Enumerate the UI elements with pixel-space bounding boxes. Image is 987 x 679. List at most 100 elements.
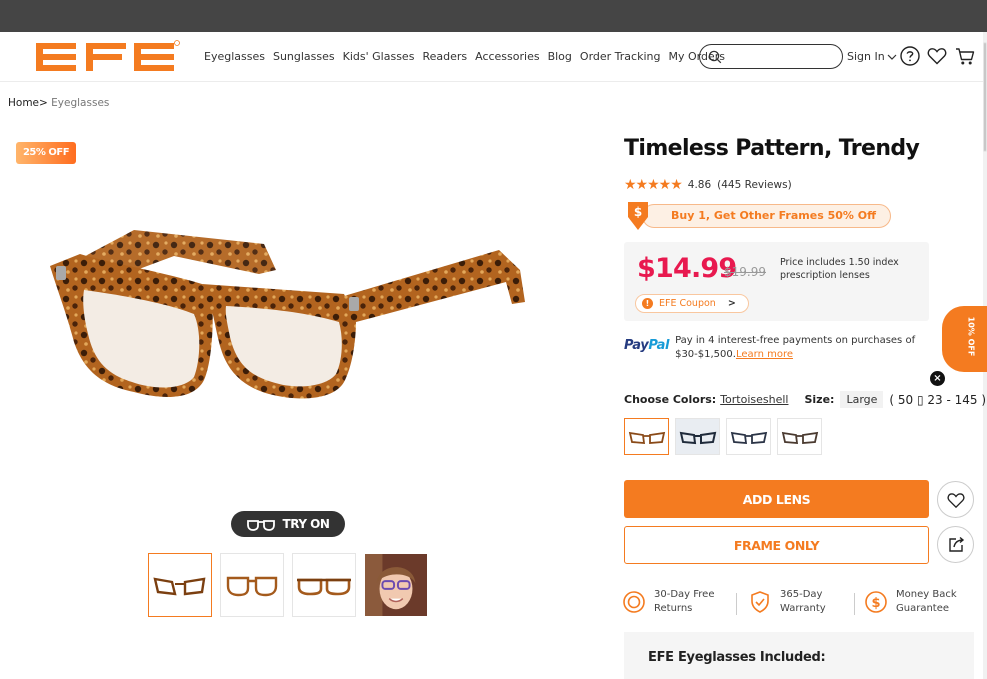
frame-only-button[interactable]: FRAME ONLY <box>624 526 929 564</box>
return-icon <box>623 591 645 613</box>
promo-text: Buy 1, Get Other Frames 50% Off <box>642 204 891 228</box>
perk-warranty: 365-Day Warranty <box>748 588 826 616</box>
gallery-thumb-front[interactable] <box>148 553 212 617</box>
color-swatch-brown[interactable] <box>777 418 822 455</box>
nav-order-tracking[interactable]: Order Tracking <box>580 50 661 63</box>
chevron-down-icon <box>887 54 897 60</box>
perk-divider <box>736 593 737 615</box>
svg-text:$: $ <box>634 205 642 219</box>
paypal-logo-pal: Pal <box>648 338 670 353</box>
size-dimensions: ( 50 ▯ 23 - 145 ) <box>889 392 987 407</box>
perk-warranty-line2: Warranty <box>780 603 826 614</box>
efe-logo[interactable] <box>34 40 180 74</box>
discount-side-tab[interactable]: 10% OFF <box>942 306 987 372</box>
perk-returns: 30-Day Free Returns <box>622 588 714 616</box>
learn-more-link[interactable]: Learn more <box>736 349 793 360</box>
breadcrumb-home[interactable]: Home <box>8 97 39 109</box>
nav-sunglasses[interactable]: Sunglasses <box>273 50 335 63</box>
sign-in-menu[interactable]: Sign In <box>847 50 897 63</box>
current-price: $14.99 <box>637 253 737 284</box>
coupon-label: EFE Coupon <box>659 298 716 309</box>
perk-warranty-line1: 365-Day <box>780 589 823 600</box>
options-row: Choose Colors: Tortoiseshell Size: Large… <box>624 391 987 408</box>
discount-badge: 25% OFF <box>16 142 76 164</box>
glasses-swatch-image <box>730 431 767 444</box>
perk-money-line1: Money Back <box>896 589 957 600</box>
breadcrumb: Home> Eyeglasses <box>8 97 109 109</box>
price-box: $14.99 $19.99 Price includes 1.50 index … <box>624 242 929 321</box>
site-header: Eyeglasses Sunglasses Kids' Glasses Read… <box>0 32 983 82</box>
share-icon <box>948 536 964 552</box>
review-count[interactable]: (445 Reviews) <box>717 179 792 191</box>
paypal-logo-pay: Pay <box>624 338 649 353</box>
glasses-swatch-image <box>781 431 818 444</box>
product-rating[interactable]: ★★★★★ 4.86 (445 Reviews) <box>624 177 792 193</box>
gallery-thumb-model[interactable] <box>364 553 428 617</box>
paypal-text: Pay in 4 interest-free payments on purch… <box>675 334 920 362</box>
search-box <box>699 44 843 69</box>
glasses-thumb-image <box>226 576 278 597</box>
breadcrumb-separator: > <box>39 97 48 109</box>
try-on-button[interactable]: TRY ON <box>231 511 345 537</box>
product-title: Timeless Pattern, Trendy <box>624 136 920 161</box>
included-title: EFE Eyeglasses Included: <box>648 650 826 665</box>
color-swatch-tortoiseshell[interactable] <box>624 418 669 455</box>
breadcrumb-current[interactable]: Eyeglasses <box>51 97 109 109</box>
shield-check-icon <box>751 591 769 613</box>
wishlist-button[interactable] <box>937 481 974 518</box>
glasses-thumb-image <box>153 577 206 596</box>
size-label: Size: <box>804 393 835 406</box>
gallery-thumb-top[interactable] <box>292 553 356 617</box>
close-icon[interactable]: × <box>930 371 945 386</box>
heart-icon <box>947 492 964 508</box>
nav-blog[interactable]: Blog <box>548 50 572 63</box>
paypal-message: Pay in 4 interest-free payments on purch… <box>675 335 916 360</box>
rating-value: 4.86 <box>687 179 712 191</box>
dollar-tag-icon: $ <box>628 202 648 230</box>
glasses-thumb-image <box>297 578 351 596</box>
chevron-right-icon: > <box>727 298 736 309</box>
browser-top-bar <box>0 0 987 32</box>
rating-stars: ★★★★★ <box>624 177 683 193</box>
search-input[interactable] <box>726 47 836 66</box>
product-main-image[interactable] <box>44 222 530 418</box>
perk-money-line2: Guarantee <box>896 603 950 614</box>
help-icon[interactable] <box>899 45 921 67</box>
try-on-label: TRY ON <box>282 517 330 531</box>
coupon-icon: ! <box>642 298 653 309</box>
gallery-thumb-side[interactable] <box>220 553 284 617</box>
price-note: Price includes 1.50 index prescription l… <box>780 257 899 281</box>
add-lens-button[interactable]: ADD LENS <box>624 480 929 518</box>
coupon-button[interactable]: ! EFE Coupon > <box>635 294 749 313</box>
nav-accessories[interactable]: Accessories <box>475 50 539 63</box>
nav-eyeglasses[interactable]: Eyeglasses <box>204 50 265 63</box>
glasses-swatch-image <box>628 431 665 444</box>
side-tab-label: 10% OFF <box>966 316 976 357</box>
promo-banner[interactable]: $ Buy 1, Get Other Frames 50% Off <box>624 201 891 231</box>
perks-row: 30-Day Free Returns 365-Day Warranty $ Mon… <box>622 588 974 620</box>
sign-in-label: Sign In <box>847 50 885 63</box>
search-icon[interactable] <box>708 50 722 64</box>
paypal-logo: PayPal <box>624 338 669 353</box>
color-swatch-black[interactable] <box>675 418 720 455</box>
nav-kids-glasses[interactable]: Kids' Glasses <box>343 50 415 63</box>
model-photo <box>365 554 427 616</box>
size-value[interactable]: Large <box>840 391 884 408</box>
main-nav: Eyeglasses Sunglasses Kids' Glasses Read… <box>204 50 725 63</box>
selected-color: Tortoiseshell <box>720 393 789 406</box>
original-price: $19.99 <box>724 265 766 279</box>
wishlist-heart-icon[interactable] <box>926 45 948 67</box>
svg-text:$: $ <box>871 596 880 611</box>
share-button[interactable] <box>937 526 974 563</box>
glasses-swatch-image <box>679 431 716 444</box>
included-section: EFE Eyeglasses Included: <box>624 632 974 679</box>
cart-icon[interactable] <box>954 45 976 67</box>
glasses-icon <box>246 520 275 531</box>
nav-readers[interactable]: Readers <box>422 50 467 63</box>
choose-colors-label: Choose Colors: <box>624 393 717 406</box>
color-swatch-navy[interactable] <box>726 418 771 455</box>
perk-money-back: $ Money Back Guarantee <box>864 588 957 616</box>
perk-divider <box>854 593 855 615</box>
perk-returns-line1: 30-Day Free <box>654 589 715 600</box>
dollar-icon: $ <box>865 591 887 613</box>
